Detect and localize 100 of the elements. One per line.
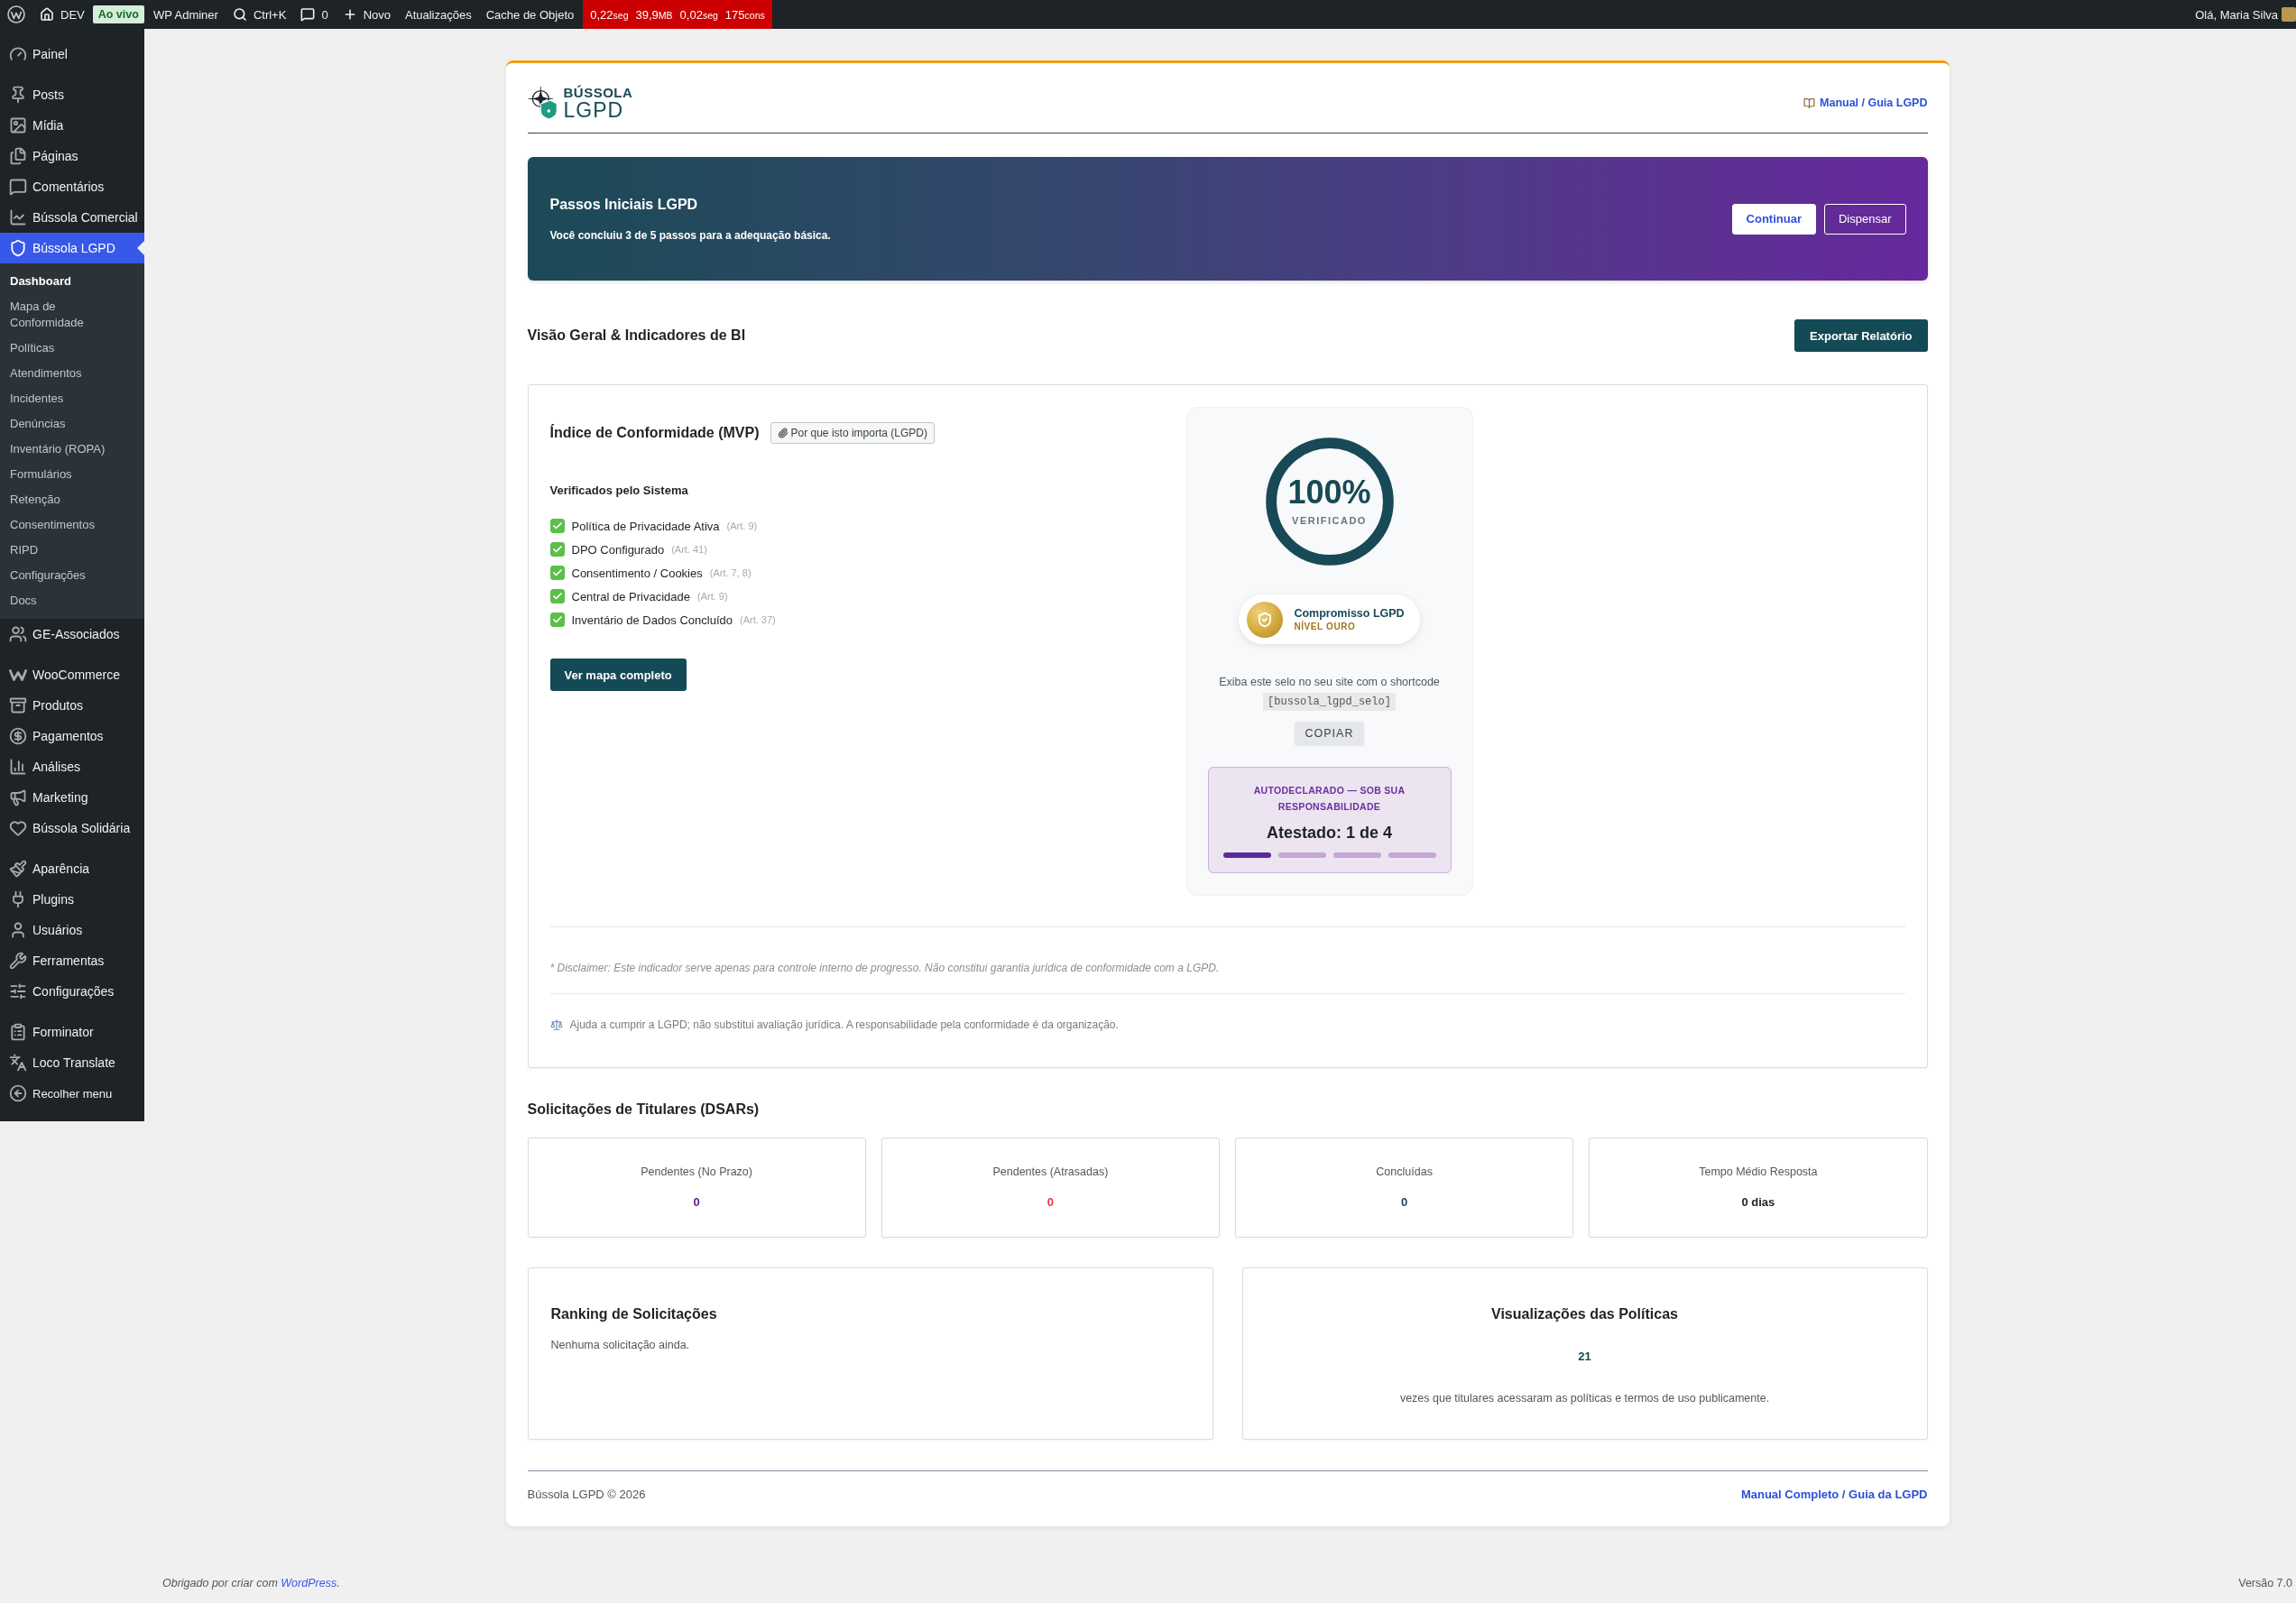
view-map-button[interactable]: Ver mapa completo [549,659,687,691]
toolbar-link[interactable]: Ctrl+K [225,0,294,29]
toolbar-link[interactable]: DEV [32,0,92,29]
sidebar-item[interactable]: Comentários [0,171,144,202]
paintbrush-icon [9,860,27,878]
guide-link[interactable]: Manual Completo / Guia da LGPD [1740,1488,1928,1502]
export-button[interactable]: Exportar Relatório [1794,319,1928,352]
attestation-title: Atestado: 1 de 4 [1265,823,1393,843]
sidebar-item[interactable]: Configurações [0,976,144,1007]
sidebar-item[interactable]: Bússola Comercial [0,202,144,233]
submenu-item[interactable]: Atendimentos [0,361,144,386]
checklist-item: Política de Privacidade Ativa [571,519,720,533]
zigzag-logo-icon [9,668,27,681]
disclaimer-text: * Disclaimer: Este indicador serve apenas para controle interno de progresso. Não constitui garantia jurídica de conformidade com a LGPD. [549,961,1221,975]
shortcode-hint: Exiba este selo no seu site com o shortcode [1219,675,1440,689]
shield-icon [9,239,27,257]
submenu-item[interactable]: Denúncias [0,411,144,437]
guide-link[interactable]: Manual / Guia LGPD [1803,97,1928,109]
sidebar-item[interactable]: Painel [0,39,144,69]
score-value: 100% [1287,476,1371,509]
submenu-item[interactable]: Dashboard [0,269,144,294]
version-text: Versão 7.0 [2238,1577,2292,1590]
sidebar-item[interactable]: GE-Associados [0,619,144,649]
article-reference: (Art. 7, 8) [709,567,752,578]
performance-metrics-button[interactable]: 0,22seg 39,9MB 0,02seg 175cons [583,0,772,29]
sidebar-item[interactable]: WooCommerce [0,659,144,690]
submenu-item[interactable]: Incidentes [0,386,144,411]
users-icon [9,625,27,643]
submenu-item[interactable]: Retenção [0,487,144,512]
empty-state-text: Nenhuma solicitação ainda. [550,1338,690,1352]
sidebar-item[interactable]: Análises [0,751,144,782]
submenu-item[interactable]: RIPD [0,538,144,563]
sidebar-item[interactable]: Plugins [0,884,144,915]
logo-subtitle: LGPD [563,100,625,121]
shield-seal-icon [1247,601,1284,638]
dollar-icon [9,727,27,745]
sidebar-item[interactable]: Ferramentas [0,945,144,976]
dismiss-button[interactable]: Dispensar [1823,203,1906,235]
toolbar-link[interactable]: Novo [335,0,398,29]
submenu-item[interactable]: Consentimentos [0,512,144,538]
sidebar-item[interactable]: Aparência [0,853,144,884]
toolbar-link[interactable]: Atualizações [398,0,479,29]
gauge-icon [9,45,27,63]
book-icon [1803,97,1816,109]
checklist-item: Inventário de Dados Concluído [571,613,733,627]
article-reference: (Art. 37) [740,614,776,625]
home-icon [40,7,54,22]
comment-icon [300,7,316,22]
compass-shield-logo-icon [527,86,558,120]
attestation-label: AUTODECLARADO — SOB SUA RESPONSABILIDADE [1252,784,1406,814]
line-chart-icon [9,208,27,226]
search-icon [232,7,247,22]
checklist-item: Central de Privacidade [571,589,691,603]
sidebar-item[interactable]: Bússola LGPD [0,233,144,263]
continue-button[interactable]: Continuar [1731,203,1816,235]
sidebar-item[interactable]: Páginas [0,141,144,171]
info-button[interactable]: Por que isto importa (LGPD) [770,422,935,444]
article-reference: (Art. 9) [726,521,758,531]
submenu-item[interactable]: Mapa de Conformidade [0,294,144,336]
toolbar-link[interactable]: Cache de Objeto [478,0,582,29]
logo-icon [7,5,25,23]
pages-icon [9,147,27,165]
card-title: Ranking de Solicitações [550,1305,717,1323]
megaphone-icon [9,788,27,806]
submenu-item[interactable]: Docs [0,588,144,613]
stat-label: Pendentes (Atrasadas) [992,1165,1109,1179]
clipboard-icon [9,1023,27,1041]
checklist-item: DPO Configurado [571,542,665,557]
submenu-item[interactable]: Políticas [0,336,144,361]
submenu-item[interactable]: Formulários [0,462,144,487]
sidebar-item[interactable]: Forminator [0,1017,144,1047]
shortcode-text: [bussola_lgpd_selo] [1263,693,1396,711]
toolbar-link[interactable]: WP Adminer [145,0,226,29]
legal-note: Ajuda a cumprir a LGPD; não substitui avaliação jurídica. A responsabilidade pela conformidade é da organização. [569,1018,1119,1032]
copy-button[interactable]: COPIAR [1294,722,1365,745]
scale-icon [549,1018,563,1031]
user-menu-link[interactable]: Olá, Maria Silva [2195,7,2278,22]
environment-badge: Ao vivo [92,5,144,23]
sidebar-item[interactable]: Posts [0,79,144,110]
score-caption: VERIFICADO [1292,514,1367,527]
sidebar-item[interactable]: Usuários [0,915,144,945]
collapse-menu-button[interactable]: Recolher menu [0,1078,144,1109]
user-icon [9,921,27,939]
sidebar-item[interactable]: Mídia [0,110,144,141]
card-title: Índice de Conformidade (MVP) [549,423,760,442]
stat-value: 0 dias [1741,1195,1775,1210]
sidebar-item[interactable]: Marketing [0,782,144,813]
submenu-item[interactable]: Configurações [0,563,144,588]
image-icon [9,116,27,134]
sidebar-item[interactable]: Bússola Solidária [0,813,144,843]
views-count: 21 [1578,1350,1591,1364]
archive-icon [9,696,27,714]
sidebar-item[interactable]: Loco Translate [0,1047,144,1078]
sidebar-item[interactable]: Produtos [0,690,144,721]
banner-text: Você concluiu 3 de 5 passos para a adequação básica. [549,228,831,243]
paperclip-icon [777,428,788,438]
sidebar-item[interactable]: Pagamentos [0,721,144,751]
submenu-item[interactable]: Inventário (ROPA) [0,437,144,462]
toolbar-link[interactable]: 0 [293,0,336,29]
translate-icon [9,1054,27,1072]
